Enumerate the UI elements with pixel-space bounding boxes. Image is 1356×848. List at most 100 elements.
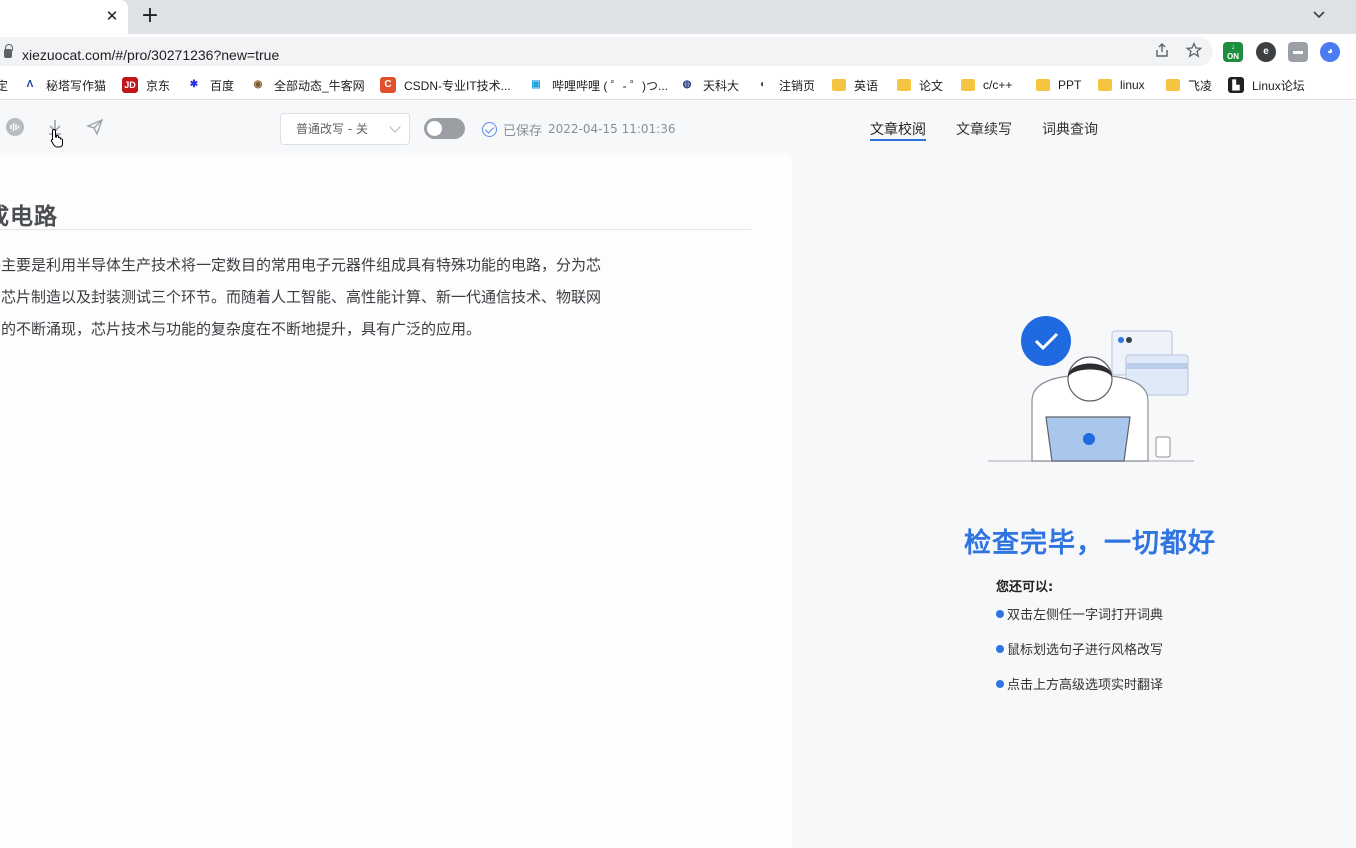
- bookmark-label: 英语: [854, 78, 879, 93]
- bookmark-label: 天科大: [703, 78, 740, 93]
- bookmark-item[interactable]: JD 京东: [122, 76, 170, 94]
- browser-tab-active[interactable]: ✕: [0, 0, 128, 34]
- share-icon[interactable]: [1152, 42, 1172, 62]
- url-host: xiezuocat.com: [22, 47, 112, 63]
- nowcoder-icon: ◉: [253, 79, 263, 90]
- rewrite-mode-select[interactable]: 普通改写 - 关: [280, 113, 410, 145]
- chevron-down-icon: [389, 121, 401, 133]
- bookmark-folder[interactable]: PPT: [1036, 76, 1081, 94]
- check-circle-icon: [482, 121, 497, 137]
- bookmark-folder[interactable]: c/c++: [961, 76, 1012, 94]
- bookmark-folder[interactable]: 飞凌: [1166, 76, 1212, 94]
- address-bar[interactable]: xiezuocat.com/#/pro/30271236?new=true: [0, 37, 1213, 66]
- new-tab-icon[interactable]: +: [139, 5, 161, 27]
- paragraph-line[interactable]: 、芯片制造以及封装测试三个环节。而随着人工智能、高性能计算、新一代通信技术、物联…: [0, 281, 706, 313]
- bilibili-icon: ▣: [531, 79, 541, 90]
- hint-heading: 您还可以:: [996, 580, 1054, 595]
- bookmark-label: 哔哩哔哩 ( ゜- ゜)つ...: [552, 78, 668, 93]
- bookmark-label: 定: [0, 78, 9, 93]
- bookmark-item[interactable]: ◐ 注销页: [755, 76, 815, 94]
- bookmark-item[interactable]: ◍ 天科大: [679, 76, 739, 94]
- bullet-icon: [996, 644, 1004, 653]
- xiezuocat-icon: Ʌ: [26, 79, 34, 90]
- jd-icon: JD: [122, 77, 138, 93]
- saved-time: 2022-04-15 11:01:36: [548, 122, 676, 136]
- document-editor[interactable]: 成电路 路主要是利用半导体生产技术将一定数目的常用电子元器件组成具有特殊功能的电…: [0, 153, 792, 848]
- bookmark-label: PPT: [1058, 78, 1082, 92]
- paragraph-line[interactable]: 路主要是利用半导体生产技术将一定数目的常用电子元器件组成具有特殊功能的电路，分为…: [0, 249, 706, 281]
- hint-item: 鼠标划选句子进行风格改写: [996, 639, 1163, 658]
- hint-text: 点击上方高级选项实时翻译: [1007, 678, 1164, 693]
- toggle-knob: [427, 121, 442, 136]
- bookmark-star-icon[interactable]: [1184, 41, 1204, 62]
- all-good-illustration: [988, 316, 1194, 462]
- extension-e-icon[interactable]: e: [1256, 42, 1276, 62]
- tab-search-chevron-icon[interactable]: [1309, 6, 1329, 26]
- bookmark-label: c/c++: [983, 78, 1013, 92]
- hint-text: 鼠标划选句子进行风格改写: [1007, 643, 1164, 658]
- folder-icon: [961, 79, 975, 91]
- extension-gamepad-icon[interactable]: ▬: [1288, 42, 1308, 62]
- tab-proofread[interactable]: 文章校阅: [870, 119, 926, 141]
- document-title[interactable]: 成电路: [0, 197, 58, 231]
- app-root: 普通改写 - 关 已保存 2022-04-15 11:01:36 成电路 路主要…: [0, 101, 1356, 848]
- bookmark-label: CSDN-专业IT技术...: [404, 78, 511, 93]
- bookmark-label: 注销页: [779, 78, 816, 93]
- bookmark-label: 京东: [146, 78, 171, 93]
- extension-cat-icon[interactable]: ◕: [1320, 42, 1340, 62]
- bookmark-label: 论文: [919, 78, 944, 93]
- browser-toolbar: xiezuocat.com/#/pro/30271236?new=true ↓ O…: [0, 34, 1356, 70]
- rewrite-mode-label: 普通改写 - 关: [296, 122, 368, 136]
- url-path: /#/pro/30271236?new=true: [111, 47, 280, 63]
- side-panel: 文章校阅 文章续写 词典查询 检查完毕，一切都好 您还可以: 双击左侧任一字词打…: [792, 101, 1356, 848]
- document-body[interactable]: 路主要是利用半导体生产技术将一定数目的常用电子元器件组成具有特殊功能的电路，分为…: [0, 249, 706, 345]
- baidu-icon: ✱: [189, 79, 199, 90]
- folder-icon: [832, 79, 846, 91]
- bullet-icon: [996, 679, 1004, 688]
- bookmark-item[interactable]: ◉ 全部动态_牛客网: [250, 76, 365, 94]
- tab-continue-writing[interactable]: 文章续写: [956, 119, 1012, 141]
- tust-icon: ◍: [682, 79, 692, 90]
- bookmark-label: 秘塔写作猫: [46, 78, 107, 93]
- saved-label: 已保存: [503, 123, 543, 139]
- folder-icon: [1166, 79, 1180, 91]
- plane-icon[interactable]: [85, 117, 105, 137]
- linux-forum-icon: ▙: [1228, 77, 1244, 93]
- bookmark-folder[interactable]: linux: [1098, 76, 1145, 94]
- bookmark-label: 飞凌: [1188, 78, 1213, 93]
- extension-on-icon[interactable]: ↓ ON: [1223, 42, 1243, 62]
- browser-tabstrip: ✕ +: [0, 0, 1356, 34]
- hint-item: 点击上方高级选项实时翻译: [996, 674, 1163, 693]
- bookmark-folder[interactable]: 论文: [897, 76, 943, 94]
- bookmark-item[interactable]: C CSDN-专业IT技术...: [380, 76, 511, 94]
- csdn-icon: C: [380, 77, 396, 93]
- hint-item: 双击左侧任一字词打开词典: [996, 604, 1163, 623]
- paragraph-line[interactable]: 用的不断涌现，芯片技术与功能的复杂度在不断地提升，具有广泛的应用。: [0, 313, 706, 345]
- feature-toggle[interactable]: [424, 118, 465, 139]
- side-tabs: 文章校阅 文章续写 词典查询: [870, 119, 1098, 141]
- bookmark-folder[interactable]: 英语: [832, 76, 878, 94]
- lock-icon[interactable]: [4, 44, 13, 58]
- bookmark-item[interactable]: Ʌ 秘塔写作猫: [22, 76, 106, 94]
- url-text[interactable]: xiezuocat.com/#/pro/30271236?new=true: [22, 46, 279, 64]
- title-divider: [0, 229, 751, 230]
- bookmark-item[interactable]: ▙ Linux论坛: [1228, 76, 1305, 94]
- close-tab-icon[interactable]: ✕: [103, 7, 121, 25]
- bookmark-label: linux: [1120, 78, 1145, 92]
- folder-icon: [1098, 79, 1112, 91]
- check-complete-title: 检查完毕，一切都好: [964, 528, 1216, 559]
- globe-icon: ◐: [759, 79, 767, 90]
- editor-toolbar: 普通改写 - 关 已保存 2022-04-15 11:01:36: [0, 101, 792, 153]
- bookmark-label: 百度: [210, 78, 235, 93]
- folder-icon: [897, 79, 911, 91]
- voice-icon[interactable]: [5, 117, 25, 137]
- mouse-pointer-icon: [50, 128, 63, 148]
- bookmark-item[interactable]: 定: [0, 76, 8, 94]
- hint-text: 双击左侧任一字词打开词典: [1007, 608, 1164, 623]
- bookmark-item[interactable]: ✱ 百度: [186, 76, 234, 94]
- bullet-icon: [996, 609, 1004, 618]
- bookmark-item[interactable]: ▣ 哔哩哔哩 ( ゜- ゜)つ...: [528, 76, 668, 94]
- save-status: 已保存 2022-04-15 11:01:36: [482, 120, 676, 139]
- folder-icon: [1036, 79, 1050, 91]
- tab-dictionary[interactable]: 词典查询: [1042, 119, 1098, 141]
